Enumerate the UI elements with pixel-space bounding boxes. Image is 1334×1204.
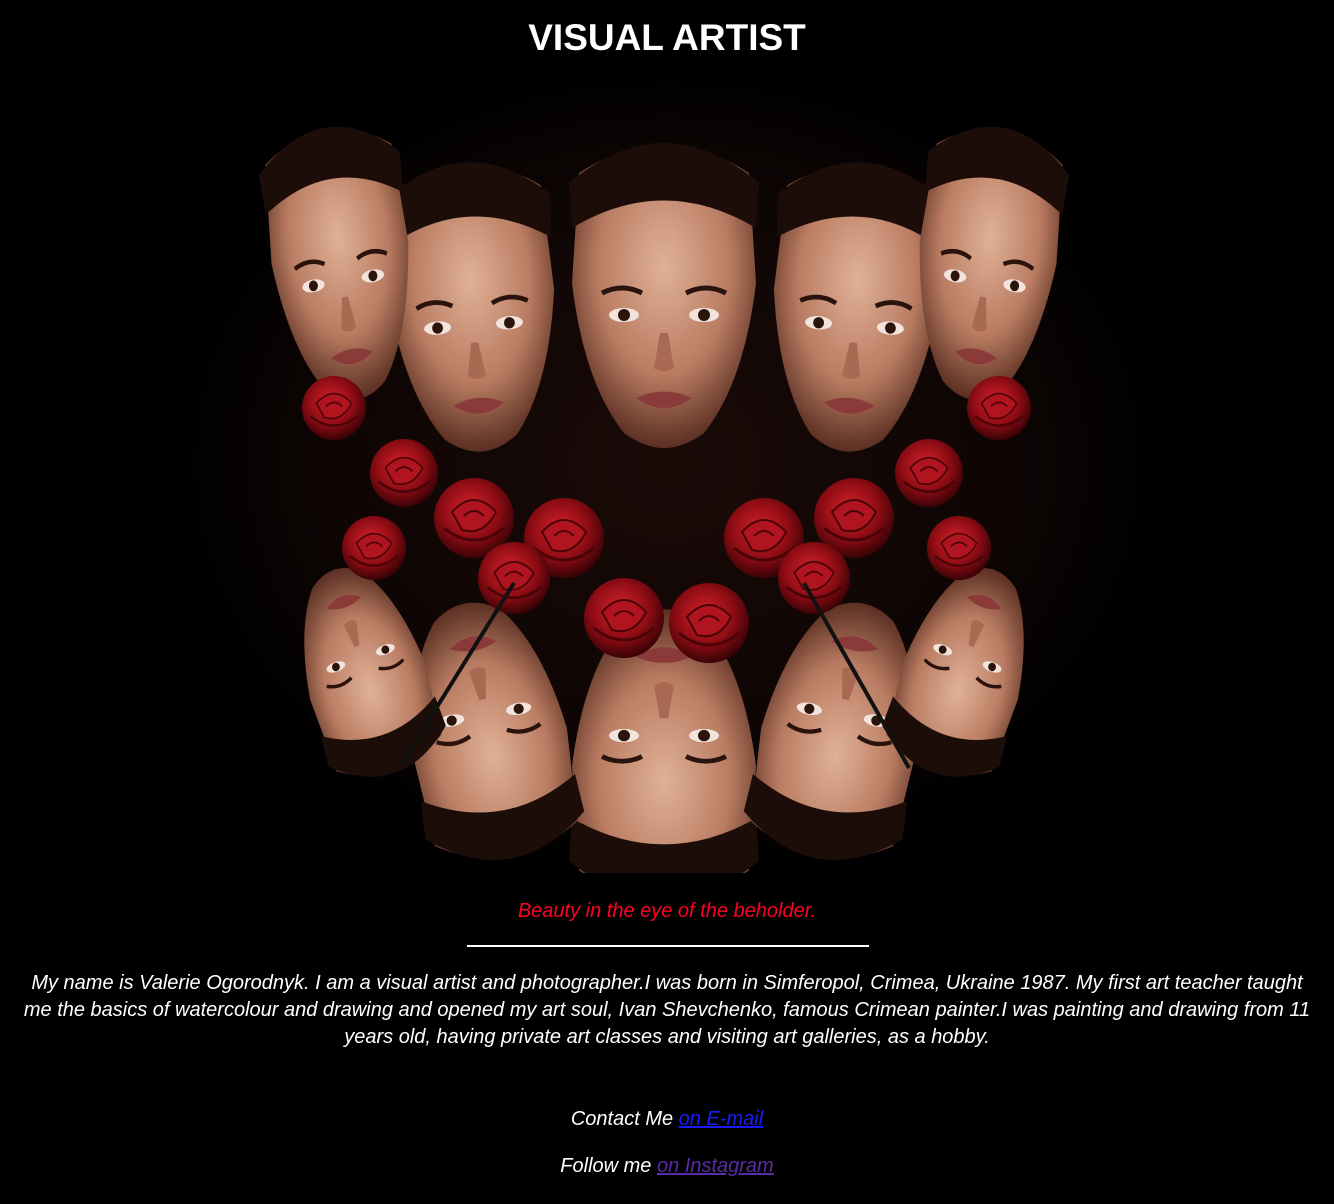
follow-instagram-prefix: Follow me: [560, 1155, 657, 1177]
contact-email-line: Contact Me on E-mail: [0, 1106, 1334, 1132]
bio-paragraph: My name is Valerie Ogorodnyk. I am a vis…: [23, 972, 1311, 1048]
hero-image: [184, 78, 1150, 873]
page-title: VISUAL ARTIST: [528, 17, 806, 58]
divider: [467, 945, 869, 947]
follow-instagram-line: Follow me on Instagram: [0, 1153, 1334, 1179]
contact-email-prefix: Contact Me: [570, 1108, 679, 1130]
instagram-link[interactable]: on Instagram: [657, 1155, 774, 1177]
tagline: Beauty in the eye of the beholder.: [517, 900, 817, 922]
email-link[interactable]: on E-mail: [679, 1108, 763, 1130]
kaleidoscope-portrait-image: [187, 83, 1147, 873]
